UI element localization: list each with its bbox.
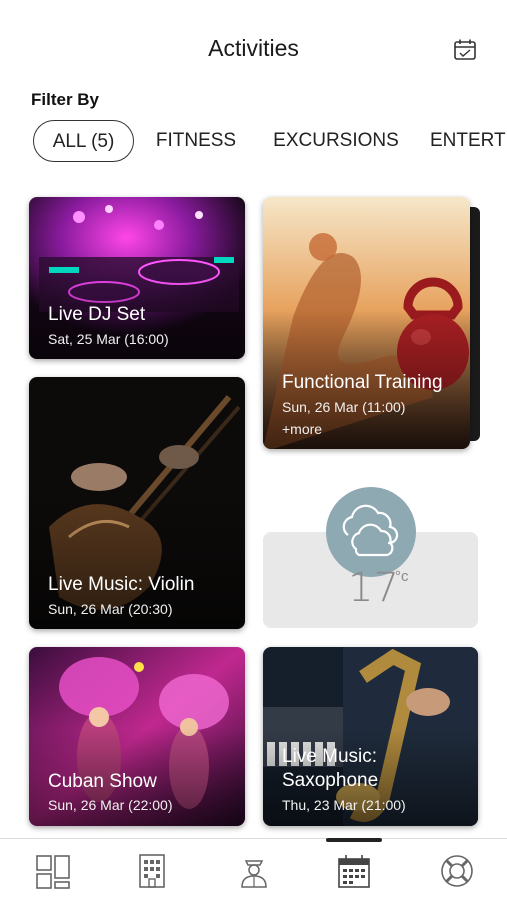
chip-all[interactable]: ALL (5) bbox=[33, 120, 134, 162]
chip-entertainment[interactable]: ENTERT bbox=[430, 120, 507, 162]
activity-title: Live DJ Set bbox=[48, 304, 146, 325]
dashboard-icon[interactable] bbox=[33, 851, 73, 891]
activity-title-line1: Live Music: bbox=[282, 746, 378, 767]
header: Activities bbox=[0, 0, 507, 90]
activity-card-functional[interactable]: Functional Training Sun, 26 Mar (11:00) … bbox=[263, 197, 470, 449]
activity-date: Sun, 26 Mar (11:00) bbox=[282, 399, 406, 415]
activity-title: Live Music: Violin bbox=[48, 574, 195, 595]
cloud-icon bbox=[326, 487, 416, 577]
activity-date: Sun, 26 Mar (22:00) bbox=[48, 797, 173, 813]
page-title: Activities bbox=[208, 35, 299, 61]
chip-fitness[interactable]: FITNESS bbox=[150, 120, 242, 162]
activity-date: Sun, 26 Mar (20:30) bbox=[48, 601, 173, 617]
chip-excursions[interactable]: EXCURSIONS bbox=[268, 120, 404, 162]
filter-chips: ALL (5) FITNESS EXCURSIONS ENTERT bbox=[0, 120, 507, 164]
activity-title: Functional Training bbox=[282, 372, 443, 393]
activity-title: Cuban Show bbox=[48, 771, 157, 792]
bottom-tab-bar bbox=[0, 838, 507, 900]
temperature-value: 17 bbox=[348, 565, 399, 611]
hotel-icon[interactable] bbox=[132, 851, 172, 891]
active-tab-indicator bbox=[326, 838, 382, 842]
calendar-icon[interactable] bbox=[334, 851, 374, 891]
temperature-unit: °c bbox=[395, 568, 409, 585]
activities-screen: Activities Filter By ALL (5) FITNESS EXC… bbox=[0, 0, 507, 900]
filter-label: Filter By bbox=[31, 90, 100, 109]
lifebuoy-icon[interactable] bbox=[437, 851, 477, 891]
calendar-icon[interactable] bbox=[452, 38, 478, 62]
activity-card-cuban[interactable]: Cuban Show Sun, 26 Mar (22:00) bbox=[29, 647, 245, 826]
activity-card-dj[interactable]: Live DJ Set Sat, 25 Mar (16:00) bbox=[29, 197, 245, 359]
activity-card-saxophone[interactable]: Live Music: Saxophone Thu, 23 Mar (21:00… bbox=[263, 647, 478, 826]
activity-date: Thu, 23 Mar (21:00) bbox=[282, 797, 406, 813]
more-link[interactable]: +more bbox=[282, 421, 322, 437]
activity-date: Sat, 25 Mar (16:00) bbox=[48, 331, 169, 347]
activity-title-line2: Saxophone bbox=[282, 770, 379, 791]
concierge-icon[interactable] bbox=[234, 851, 274, 891]
activity-card-violin[interactable]: Live Music: Violin Sun, 26 Mar (20:30) bbox=[29, 377, 245, 629]
